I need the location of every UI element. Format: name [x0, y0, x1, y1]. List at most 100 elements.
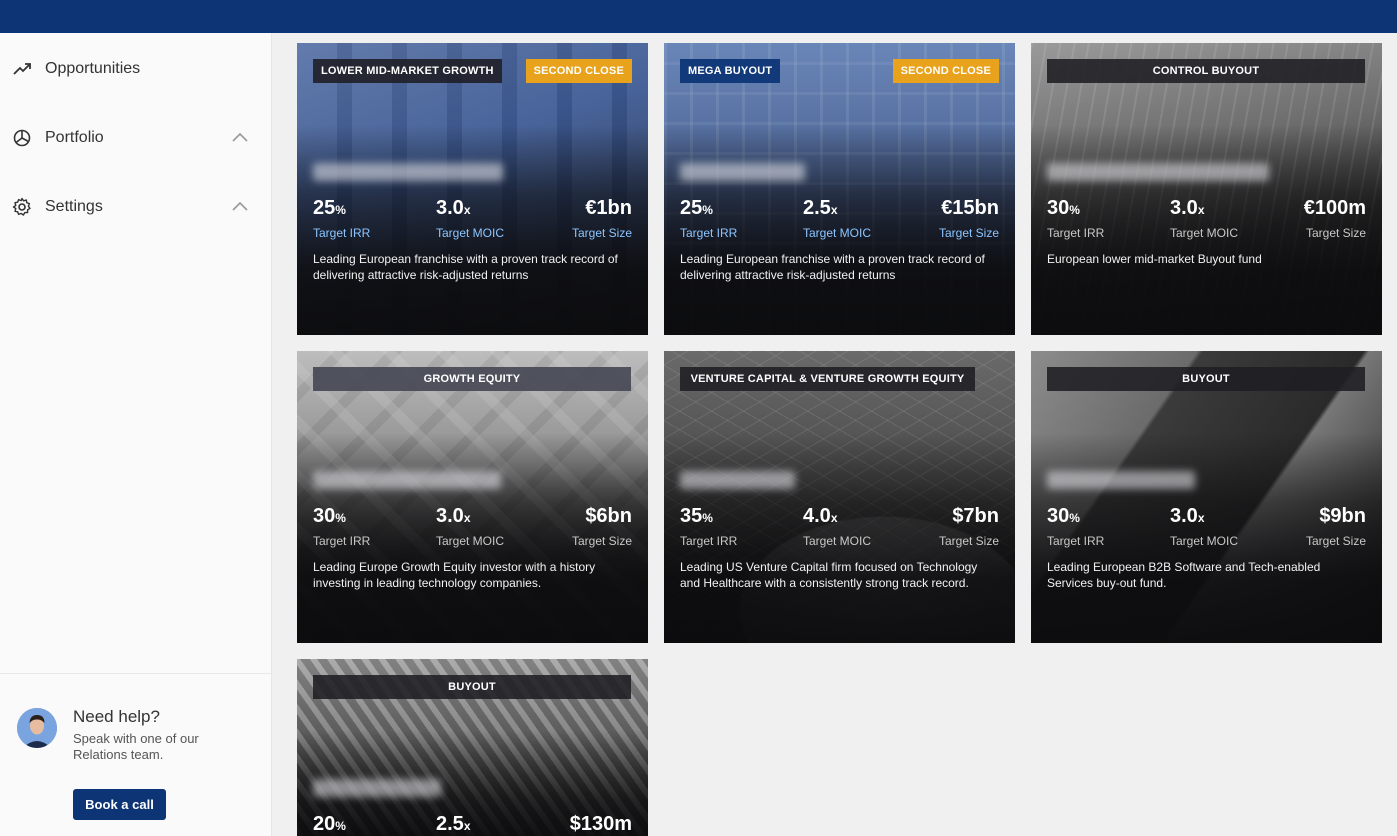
sidebar: Opportunities Portfolio Settings Need he… — [0, 33, 272, 836]
fund-description: Leading US Venture Capital firm focused … — [680, 560, 978, 590]
help-title: Need help? — [73, 707, 160, 726]
category-tag: BUYOUT — [313, 675, 631, 699]
sidebar-item-label: Portfolio — [45, 129, 104, 146]
fund-card[interactable]: GROWTH EQUITY 30% Target IRR 3.0x Target… — [297, 351, 648, 643]
size-stat: $9bn Target Size — [1306, 505, 1366, 548]
moic-stat: 2.5x — [436, 813, 471, 836]
card-shade — [664, 43, 1015, 335]
fund-name-redacted — [680, 471, 795, 489]
fund-card[interactable]: VENTURE CAPITAL & VENTURE GROWTH EQUITY … — [664, 351, 1015, 643]
sidebar-item-label: Settings — [45, 198, 103, 215]
size-value: €100m — [1303, 197, 1366, 219]
moic-stat: 4.0x Target MOIC — [803, 505, 871, 548]
irr-unit: % — [335, 203, 346, 217]
irr-unit: % — [702, 203, 713, 217]
size-value: €15bn — [941, 197, 999, 219]
irr-stat: 20% — [313, 813, 346, 836]
fund-card[interactable]: CONTROL BUYOUT 30% Target IRR 3.0x Targe… — [1031, 43, 1382, 335]
irr-value: 30 — [1047, 505, 1070, 527]
irr-stat: 30% Target IRR — [313, 505, 370, 548]
help-panel: Need help? Speak with one of our Relatio… — [0, 673, 271, 836]
gear-icon — [12, 197, 32, 217]
card-shade — [297, 351, 648, 643]
moic-value: 3.0 — [1170, 505, 1198, 527]
top-bar — [0, 0, 1397, 33]
fund-name-redacted — [1047, 163, 1269, 181]
irr-stat: 25% Target IRR — [313, 197, 370, 240]
fund-card[interactable]: LOWER MID-MARKET GROWTH SECOND CLOSE 25%… — [297, 43, 648, 335]
card-shade — [1031, 43, 1382, 335]
fund-description: European lower mid-market Buyout fund — [1047, 252, 1262, 266]
irr-label: Target IRR — [313, 226, 371, 240]
category-tag: GROWTH EQUITY — [313, 367, 631, 391]
category-tag: CONTROL BUYOUT — [1047, 59, 1365, 83]
moic-stat: 3.0x Target MOIC — [436, 197, 504, 240]
moic-unit: x — [463, 511, 471, 525]
size-label: Target Size — [1305, 226, 1366, 240]
size-label: Target Size — [938, 534, 999, 548]
irr-label: Target IRR — [1047, 226, 1105, 240]
size-stat: $7bn Target Size — [939, 505, 999, 548]
moic-value: 4.0 — [803, 505, 831, 527]
irr-unit: % — [702, 511, 713, 525]
irr-value: 30 — [1047, 197, 1070, 219]
fund-name-redacted — [313, 163, 503, 181]
category-tag: LOWER MID-MARKET GROWTH — [313, 59, 502, 83]
fund-name-redacted — [1047, 471, 1195, 489]
moic-unit: x — [1197, 511, 1205, 525]
moic-stat: 2.5x Target MOIC — [803, 197, 871, 240]
category-tag: VENTURE CAPITAL & VENTURE GROWTH EQUITY — [680, 367, 975, 391]
moic-value: 3.0 — [436, 197, 464, 219]
size-value: $130m — [569, 813, 632, 835]
status-badge: SECOND CLOSE — [525, 59, 632, 83]
size-stat: $6bn Target Size — [572, 505, 632, 548]
chevron-up-icon[interactable] — [230, 128, 250, 148]
moic-unit: x — [1197, 203, 1205, 217]
irr-stat: 30% Target IRR — [1047, 505, 1104, 548]
moic-unit: x — [830, 511, 838, 525]
avatar — [17, 708, 57, 748]
irr-stat: 30% Target IRR — [1047, 197, 1104, 240]
fund-card[interactable]: MEGA BUYOUT SECOND CLOSE 25% Target IRR … — [664, 43, 1015, 335]
fund-name-redacted — [313, 471, 501, 489]
size-value: €1bn — [585, 197, 632, 219]
pie-chart-icon — [12, 128, 32, 148]
category-tag: MEGA BUYOUT — [680, 59, 781, 83]
sidebar-item-portfolio[interactable]: Portfolio — [0, 118, 272, 158]
book-call-button[interactable]: Book a call — [73, 789, 166, 820]
size-value: $9bn — [1319, 505, 1366, 527]
fund-description: Leading European franchise with a proven… — [313, 252, 618, 282]
irr-value: 35 — [680, 505, 703, 527]
trending-up-icon — [12, 59, 32, 79]
help-text-line: Relations team. — [73, 747, 164, 762]
moic-label: Target MOIC — [803, 534, 872, 548]
moic-label: Target MOIC — [1170, 226, 1239, 240]
irr-stat: 25% Target IRR — [680, 197, 737, 240]
fund-description: Leading Europe Growth Equity investor wi… — [313, 560, 596, 590]
moic-unit: x — [463, 203, 471, 217]
irr-value: 25 — [313, 197, 336, 219]
help-text: Speak with one of our Relations team. — [73, 731, 213, 763]
moic-value: 2.5 — [803, 197, 831, 219]
chevron-up-icon[interactable] — [230, 197, 250, 217]
moic-stat: 3.0x Target MOIC — [436, 505, 504, 548]
sidebar-item-settings[interactable]: Settings — [0, 187, 272, 227]
size-stat: $130m — [570, 813, 632, 836]
sidebar-item-label: Opportunities — [45, 60, 141, 77]
irr-value: 30 — [313, 505, 336, 527]
moic-stat: 3.0x Target MOIC — [1170, 505, 1238, 548]
irr-label: Target IRR — [680, 226, 738, 240]
help-text-line: Speak with one of our — [73, 731, 199, 746]
size-label: Target Size — [571, 534, 632, 548]
status-badge: SECOND CLOSE — [892, 59, 999, 83]
fund-card[interactable]: BUYOUT 20% 2.5x $130m — [297, 659, 648, 836]
size-label: Target Size — [1305, 534, 1366, 548]
irr-value: 25 — [680, 197, 703, 219]
moic-value: 3.0 — [1170, 197, 1198, 219]
size-value: $7bn — [952, 505, 999, 527]
fund-card[interactable]: BUYOUT 30% Target IRR 3.0x Target MOIC $… — [1031, 351, 1382, 643]
irr-unit: % — [335, 511, 346, 525]
moic-unit: x — [830, 203, 838, 217]
irr-unit: % — [335, 819, 346, 833]
sidebar-item-opportunities[interactable]: Opportunities — [0, 49, 272, 89]
